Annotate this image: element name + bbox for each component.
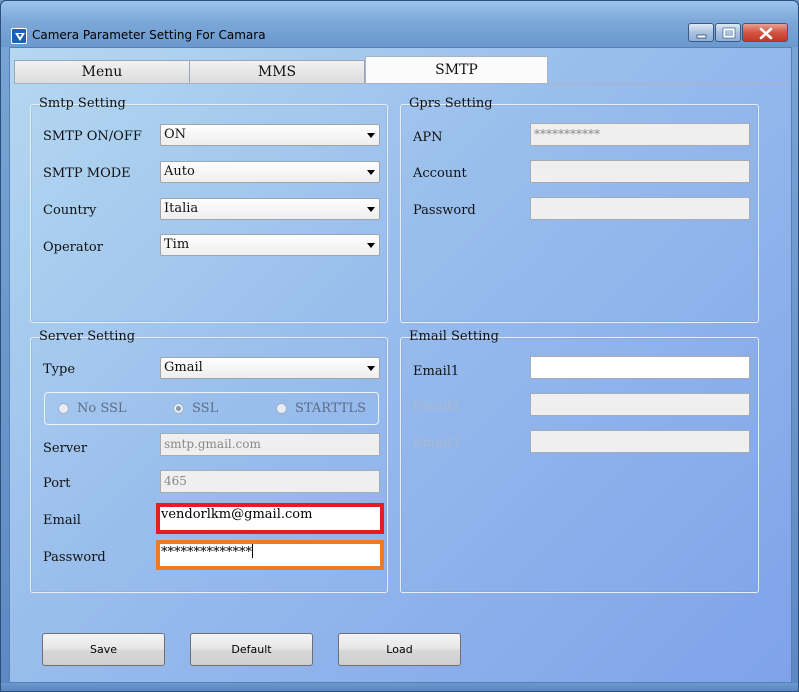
gprs-password-label: Password (413, 203, 476, 218)
type-value: Gmail (164, 360, 203, 375)
text-caret (252, 544, 253, 558)
gprs-setting-title: Gprs Setting (409, 96, 493, 111)
radio-checked-icon (173, 403, 184, 414)
title-bar[interactable]: Camera Parameter Setting For Camara (1, 1, 798, 47)
radio-no-ssl-label: No SSL (77, 401, 127, 416)
type-select[interactable]: Gmail (160, 357, 380, 379)
smtp-mode-value: Auto (164, 164, 195, 179)
chevron-down-icon (367, 133, 375, 138)
maximize-icon (722, 27, 736, 39)
tab-smtp[interactable]: SMTP (365, 56, 548, 84)
save-button[interactable]: Save (42, 633, 165, 666)
account-label: Account (413, 166, 467, 181)
server-password-label: Password (43, 550, 106, 565)
chevron-down-icon (367, 243, 375, 248)
type-label: Type (43, 362, 76, 377)
tab-menu[interactable]: Menu (14, 60, 190, 83)
client-area: Menu MMS SMTP Smtp Setting SMTP ON/OFF O… (9, 47, 792, 683)
port-label: Port (43, 476, 71, 491)
account-field[interactable] (530, 160, 750, 183)
tab-divider (14, 83, 789, 84)
country-label: Country (43, 203, 97, 218)
port-field[interactable]: 465 (160, 470, 380, 493)
chevron-down-icon (367, 170, 375, 175)
email1-label: Email1 (413, 364, 460, 379)
server-password-value: ************** (161, 545, 252, 560)
operator-value: Tim (164, 237, 190, 252)
chevron-down-icon (367, 366, 375, 371)
country-value: Italia (164, 201, 199, 216)
radio-unchecked-icon (276, 403, 287, 414)
email-field[interactable]: vendorlkm@gmail.com (156, 503, 384, 534)
minimize-icon (696, 34, 707, 39)
default-button[interactable]: Default (190, 633, 313, 666)
close-icon (759, 27, 773, 40)
tab-mms[interactable]: MMS (189, 60, 365, 83)
apn-field[interactable]: *********** (530, 123, 750, 146)
email3-label: Email3 (413, 436, 460, 451)
email2-label: Email2 (413, 399, 460, 414)
radio-unchecked-icon (58, 403, 69, 414)
smtp-on-off-label: SMTP ON/OFF (43, 129, 142, 144)
email-label: Email (43, 513, 81, 528)
server-field[interactable]: smtp.gmail.com (160, 433, 380, 456)
smtp-on-off-value: ON (164, 127, 187, 142)
operator-label: Operator (43, 240, 103, 255)
operator-select[interactable]: Tim (160, 234, 380, 256)
load-button[interactable]: Load (338, 633, 461, 666)
radio-starttls-label: STARTTLS (295, 401, 366, 416)
country-select[interactable]: Italia (160, 198, 380, 220)
smtp-setting-title: Smtp Setting (39, 96, 126, 111)
gprs-password-field[interactable] (530, 197, 750, 220)
email1-field[interactable] (530, 356, 750, 379)
minimize-button[interactable] (688, 23, 714, 42)
apn-label: APN (413, 130, 443, 145)
server-label: Server (43, 441, 88, 456)
server-password-field[interactable]: ************** (156, 540, 384, 570)
smtp-on-off-select[interactable]: ON (160, 124, 380, 146)
email2-field[interactable] (530, 393, 750, 416)
camera-app-icon (11, 28, 27, 44)
window-bottom-border (1, 683, 798, 691)
close-button[interactable] (742, 23, 788, 42)
server-setting-title: Server Setting (39, 329, 136, 344)
radio-starttls[interactable]: STARTTLS (276, 401, 366, 416)
radio-ssl[interactable]: SSL (173, 401, 218, 416)
email-setting-title: Email Setting (409, 329, 499, 344)
window-title: Camera Parameter Setting For Camara (32, 28, 266, 42)
smtp-mode-label: SMTP MODE (43, 166, 131, 181)
chevron-down-icon (367, 207, 375, 212)
email3-field[interactable] (530, 430, 750, 453)
app-window: Camera Parameter Setting For Camara Menu… (0, 0, 799, 692)
radio-ssl-label: SSL (192, 401, 219, 416)
maximize-button[interactable] (715, 23, 741, 42)
radio-no-ssl[interactable]: No SSL (58, 401, 127, 416)
smtp-mode-select[interactable]: Auto (160, 161, 380, 183)
